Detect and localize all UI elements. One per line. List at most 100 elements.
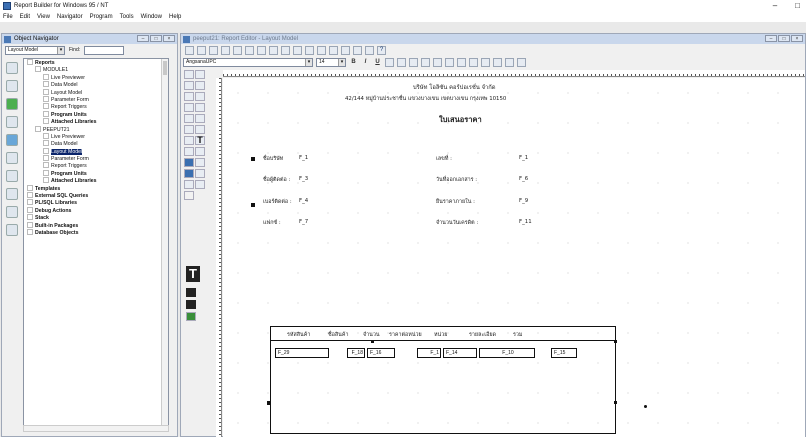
add-decimal-icon[interactable] (469, 57, 478, 67)
align-right-icon[interactable] (409, 57, 418, 67)
navigator-close-button[interactable]: × (163, 35, 175, 42)
tree-node-icon[interactable] (35, 66, 41, 73)
param-form-icon[interactable] (209, 45, 218, 55)
body-icon[interactable] (341, 45, 350, 55)
chevron-down-icon[interactable]: ▾ (305, 58, 312, 66)
ellipse-tool-icon[interactable] (184, 114, 194, 123)
field-credit-days[interactable]: F_11 (519, 219, 532, 225)
tree-horizontal-scrollbar[interactable] (23, 425, 169, 432)
tree-item[interactable]: MODULE1 (24, 66, 168, 73)
tree-node-icon[interactable] (43, 162, 49, 169)
remove-decimal-icon[interactable] (481, 57, 490, 67)
menu-tools[interactable]: Tools (120, 12, 134, 22)
help-icon[interactable]: ? (377, 45, 386, 55)
repeating-frame[interactable] (270, 326, 616, 434)
layout-model-icon[interactable] (197, 45, 206, 55)
tree-item[interactable]: Data Model (24, 140, 168, 147)
anchor-handle[interactable] (614, 401, 617, 404)
row-field-unit[interactable]: F_14 (443, 348, 477, 358)
help-icon[interactable] (6, 224, 18, 236)
tree-item[interactable]: Database Objects (24, 228, 168, 236)
expand-all-icon[interactable] (6, 188, 18, 200)
field-company[interactable]: F_1 (299, 155, 308, 161)
tree-item[interactable]: Layout Model (24, 147, 168, 155)
label-company[interactable]: ชื่อบริษัท (263, 155, 283, 163)
column-header-name[interactable]: ชื่อสินค้า (328, 331, 349, 339)
underline-button[interactable]: U (373, 58, 382, 67)
menu-window[interactable]: Window (141, 12, 162, 22)
tree-item[interactable]: Program Units (24, 110, 168, 118)
field-doc-date[interactable]: F_6 (519, 176, 528, 182)
expand-icon[interactable] (6, 152, 18, 164)
font-name-select[interactable]: AngsanaUPC ▾ (183, 57, 313, 67)
label-phone[interactable]: เบอร์ติดต่อ : (263, 198, 292, 206)
ole-tool-icon[interactable] (195, 180, 205, 189)
anchor-handle[interactable] (644, 405, 647, 408)
tree-node-icon[interactable] (43, 147, 49, 154)
menu-file[interactable]: File (3, 12, 13, 22)
label-price-valid[interactable]: ยืนราคาภายใน : (436, 198, 475, 206)
tree-node-icon[interactable] (43, 103, 49, 110)
text-tool-icon[interactable]: T (195, 136, 205, 145)
tree-item[interactable]: Report Triggers (24, 162, 168, 169)
tree-node-icon[interactable] (35, 125, 41, 132)
line-color-icon[interactable] (186, 300, 196, 309)
paste-icon[interactable] (293, 45, 302, 55)
report-wizard-icon[interactable] (365, 45, 374, 55)
delete-icon[interactable] (6, 80, 18, 92)
tree-node-icon[interactable] (43, 177, 49, 184)
tree-item[interactable]: Attached Libraries (24, 118, 168, 125)
row-field-total[interactable]: F_15 (551, 348, 577, 358)
tree-node-icon[interactable] (27, 199, 33, 206)
print-icon[interactable] (6, 116, 18, 128)
row-field-code[interactable]: F_29 (275, 348, 329, 358)
find-input[interactable] (84, 45, 125, 55)
label-credit-days[interactable]: จำนวนวันเครดิต : (436, 219, 478, 227)
navigator-minimize-button[interactable]: – (137, 35, 149, 42)
maximize-button[interactable]: □ (795, 0, 800, 12)
fill-color-icon[interactable] (186, 288, 196, 297)
chevron-down-icon[interactable]: ▾ (57, 46, 64, 54)
editor-minimize-button[interactable]: – (765, 35, 777, 42)
tree-node-icon[interactable] (27, 206, 33, 213)
company-address-text[interactable]: 42/144 หมู่บ้านประชาชื่น แขวงบางเขน เขตบ… (345, 95, 506, 103)
label-doc-date[interactable]: วันที่ออกเอกสาร : (436, 176, 477, 184)
company-name-text[interactable]: บริษัท โอลิซัน คอร์ปอเรชั่น จำกัด (413, 82, 496, 92)
field-contact[interactable]: F_3 (299, 176, 308, 182)
column-header-qty[interactable]: จำนวน (363, 331, 380, 339)
copy-icon[interactable] (281, 45, 290, 55)
arc-tool-icon[interactable] (195, 114, 205, 123)
currency-icon[interactable] (433, 57, 442, 67)
menu-navigator[interactable]: Navigator (57, 12, 83, 22)
run-icon[interactable] (6, 98, 18, 110)
tree-node-icon[interactable] (27, 214, 33, 221)
print-icon[interactable] (257, 45, 266, 55)
tree-node-icon[interactable] (27, 228, 33, 235)
tree-node-icon[interactable] (43, 110, 49, 117)
rotate-tool-icon[interactable] (184, 81, 194, 90)
bold-button[interactable]: B (349, 58, 358, 67)
anchor-handle[interactable] (371, 340, 374, 343)
tree-item[interactable]: Debug Actions (24, 206, 168, 214)
anchor-tool-icon[interactable] (195, 169, 205, 178)
freehand-tool-icon[interactable] (184, 136, 194, 145)
tree-item[interactable]: External SQL Queries (24, 192, 168, 199)
save-icon[interactable] (245, 45, 254, 55)
tree-node-icon[interactable] (27, 221, 33, 228)
row-field-detail[interactable]: F_10 (479, 348, 535, 358)
tree-item[interactable]: Parameter Form (24, 155, 168, 162)
create-icon[interactable] (6, 62, 18, 74)
grid-icon[interactable] (517, 57, 526, 67)
field-tool-icon[interactable] (184, 158, 194, 167)
tree-item[interactable]: Parameter Form (24, 95, 168, 103)
anchor-handle[interactable] (251, 157, 255, 161)
anchor-handle[interactable] (251, 203, 255, 207)
tree-node-icon[interactable] (43, 118, 49, 125)
row-field-name[interactable]: F_18 (347, 348, 365, 358)
field-doc-number[interactable]: F_1 (519, 155, 528, 161)
editor-close-button[interactable]: × (791, 35, 803, 42)
link-tool-icon[interactable] (184, 191, 194, 200)
tree-item[interactable]: PEEPUT21 (24, 125, 168, 133)
chart-tool-icon[interactable] (195, 158, 205, 167)
label-contact[interactable]: ชื่อผู้ติดต่อ : (263, 176, 290, 184)
